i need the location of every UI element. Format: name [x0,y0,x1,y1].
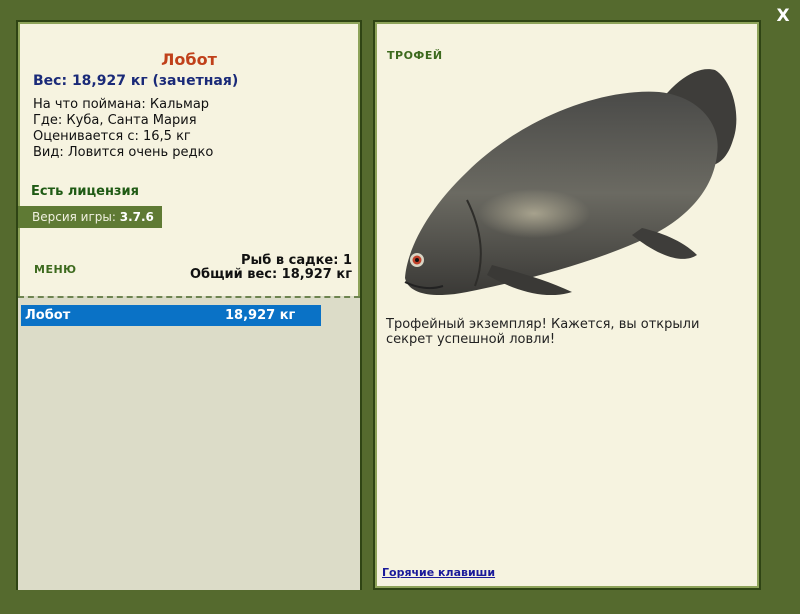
rarity-info: Вид: Ловится очень редко [33,145,214,160]
fish-info-panel: Лобот Вес: 18,927 кг (зачетная) На что п… [16,20,362,590]
menu-button[interactable]: МЕНЮ [34,263,77,276]
catch-item-weight: 18,927 кг [225,308,296,323]
close-icon[interactable]: X [773,6,793,26]
game-version-bar: Версия игры: 3.7.6 [18,206,162,228]
fish-details: На что поймана: Кальмар Где: Куба, Санта… [33,97,213,161]
cage-total-weight: Общий вес: 18,927 кг [189,267,352,282]
fish-name-title: Лобот [161,50,217,69]
bait-info: На что поймана: Кальмар [33,97,210,112]
location-info: Где: Куба, Санта Мария [33,113,197,128]
cage-summary: Рыб в садке: 1 Общий вес: 18,927 кг [190,254,352,282]
fish-weight: Вес: 18,927 кг (зачетная) [33,73,239,89]
catch-list: Лобот 18,927 кг [18,296,360,590]
catch-list-item[interactable]: Лобот 18,927 кг [21,305,321,326]
fish-tripletail-image [404,69,737,295]
version-value: 3.7.6 [119,210,154,224]
license-status: Есть лицензия [31,184,139,199]
cage-fish-count: Рыб в садке: 1 [240,253,352,268]
hotkeys-link[interactable]: Горячие клавиши [382,566,495,579]
valued-from-info: Оценивается с: 16,5 кг [33,129,191,144]
version-label: Версия игры: [32,210,116,224]
catch-item-name: Лобот [25,308,71,323]
trophy-panel: ТРОФЕЙ Трофейный экземпляр! Кажется, вы … [373,20,761,590]
trophy-description: Трофейный экземпляр! Кажется, вы открыли… [386,317,700,347]
